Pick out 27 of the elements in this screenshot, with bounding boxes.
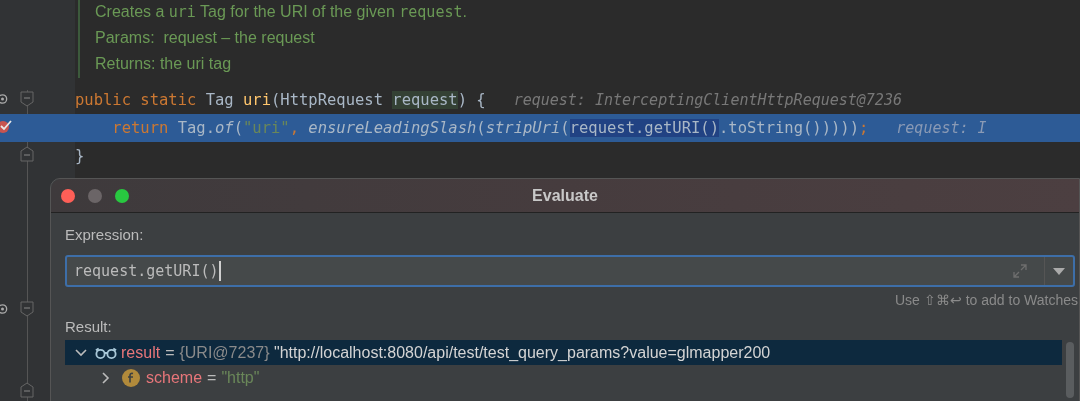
glasses-icon <box>95 346 117 359</box>
scrollbar[interactable] <box>1063 340 1076 400</box>
caret-icon <box>1053 267 1065 275</box>
inline-value-hint: request: I <box>896 117 987 139</box>
minimize-button[interactable] <box>88 189 102 203</box>
doc-comment-line: Creates a uri Tag for the URI of the given request. <box>95 2 467 23</box>
tree-row[interactable]: result = {URI@7237} "http://localhost:8080/api/test/test_query_params?value=glmapper200 <box>65 340 1062 365</box>
text-cursor <box>218 261 221 281</box>
code-line: return Tag.of("uri", ensureLeadingSlash(stripUri(request.getURI().toString())))); <box>111 118 869 139</box>
expression-field[interactable]: request.getURI() <box>65 255 1075 287</box>
doc-comment-line: Returns: the uri tag <box>95 54 232 74</box>
chevron-right-icon <box>102 371 110 384</box>
result-label: Result: <box>65 317 112 337</box>
field-icon <box>122 368 140 387</box>
inline-value-hint: request: InterceptingClientHttpRequest@7236 <box>513 89 902 111</box>
tree-node-text: scheme = "http" <box>146 367 260 388</box>
code-line: public static Tag uri(HttpRequest request) { <box>75 90 486 111</box>
window-title: Evaluate <box>532 185 598 206</box>
doc-comment-line: Params: request – the request <box>95 28 315 48</box>
close-button[interactable] <box>61 189 75 203</box>
zoom-button[interactable] <box>115 189 129 203</box>
watches-hint: Use ⇧⌘↩ to add to Watches <box>895 291 1078 309</box>
tree-node-text: result = {URI@7237} "http://localhost:8080/api/test/test_query_params?value=glmapper200 <box>121 342 771 363</box>
expression-label: Expression: <box>65 225 144 245</box>
chevron-down-icon <box>75 348 87 357</box>
tree-row[interactable]: scheme = "http" <box>65 365 1062 390</box>
code-line: } <box>75 146 85 167</box>
